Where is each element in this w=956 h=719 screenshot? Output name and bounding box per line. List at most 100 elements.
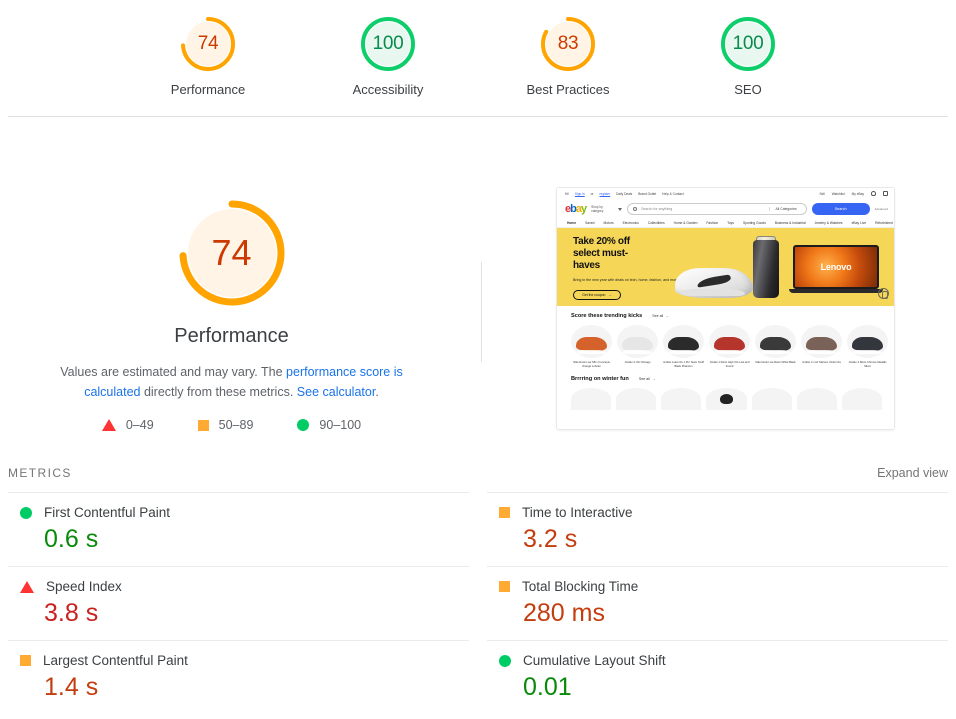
ebay-watchlist-link[interactable]: Watchlist [832, 192, 845, 196]
winter-product-image[interactable] [661, 388, 701, 410]
hero-grinder-image [753, 240, 779, 298]
chevron-down-icon[interactable] [618, 208, 622, 211]
cart-icon[interactable] [883, 191, 888, 196]
product-tile[interactable]: Jordan Luka OG 1 Pro Team Scuff Black Ph… [663, 325, 704, 368]
swoosh-icon [697, 274, 732, 287]
ebay-register-link[interactable]: register [600, 192, 611, 196]
metric-row[interactable]: Speed Index3.8 s [8, 566, 469, 640]
accessibility-widget-icon[interactable] [878, 288, 889, 299]
metric-name: First Contentful Paint [44, 505, 170, 520]
trending-kicks-title: Score these trending kicks [571, 313, 642, 319]
header-divider [8, 116, 948, 117]
ebay-nav-item[interactable]: Saved [585, 221, 594, 225]
expand-view-button[interactable]: Expand view [877, 466, 948, 480]
hero-headline-2: select must- [573, 248, 693, 260]
triangle-icon [102, 419, 116, 431]
ebay-signin-link[interactable]: Sign in [575, 192, 585, 196]
gauge-score-value: 100 [358, 14, 418, 74]
product-caption: Jordan Luka OG 1 Pro Team Scuff Black Ph… [663, 361, 704, 368]
metric-row[interactable]: Total Blocking Time280 ms [487, 566, 948, 640]
shop-by-category-label[interactable]: Shop by category [591, 205, 613, 213]
score-gauge-performance[interactable]: 74 Performance [148, 14, 268, 97]
score-gauge-best-practices[interactable]: 83Best Practices [508, 14, 628, 97]
lenovo-brand-text: Lenovo [821, 262, 852, 272]
trending-kicks-header: Score these trending kicks See all → [571, 313, 882, 319]
ebay-nav-item[interactable]: Home & Garden [674, 221, 698, 225]
product-tile[interactable]: Jordan 4 Retro Chrome Metallic Silver [847, 325, 888, 368]
winter-fun-see-all[interactable]: See all → [639, 377, 656, 381]
metric-row[interactable]: Time to Interactive3.2 s [487, 492, 948, 566]
winter-product-image[interactable] [571, 388, 611, 410]
arrow-right-icon: → [608, 293, 611, 297]
ebay-myebay-link[interactable]: My eBay [852, 192, 864, 196]
product-tile[interactable]: Jordan 1 Retro High OG Lost and Found [709, 325, 750, 368]
ebay-nav-item[interactable]: Business & Industrial [775, 221, 806, 225]
product-image [617, 325, 658, 358]
hero-headline-1: Take 20% off [573, 236, 693, 248]
winter-fun-title: Brrrring on winter fun [571, 376, 629, 382]
ebay-hero-banner[interactable]: Take 20% off select must- haves Bring in… [557, 228, 895, 306]
winter-product-image[interactable] [752, 388, 792, 410]
hero-headline-3: haves [573, 260, 693, 272]
ebay-sell-link[interactable]: Sell [819, 192, 824, 196]
product-tile[interactable]: Jordan 2 OG Chicago [617, 325, 658, 368]
ebay-nav-item[interactable]: Sporting Goods [743, 221, 766, 225]
winter-product-image[interactable] [797, 388, 837, 410]
ebay-search-button[interactable]: Search [812, 203, 870, 215]
ebay-page-preview: Hi! Sign in or register Daily Deals Bran… [557, 188, 895, 430]
metric-header: Speed Index [8, 579, 469, 594]
product-image [801, 325, 842, 358]
ebay-nav-item[interactable]: Fashion [706, 221, 718, 225]
gauge-label: Performance [171, 82, 245, 97]
square-icon [499, 507, 510, 518]
ebay-logo-y: y [581, 203, 586, 215]
score-gauge-seo[interactable]: 100SEO [688, 14, 808, 97]
metrics-header: Metrics Expand view [0, 466, 956, 492]
ebay-nav-item[interactable]: eBay Live [852, 221, 866, 225]
score-gauge-accessibility[interactable]: 100Accessibility [328, 14, 448, 97]
winter-product-image[interactable] [706, 388, 746, 410]
ebay-help-contact[interactable]: Help & Contact [662, 192, 683, 196]
score-summary-bar: 74 Performance 100Accessibility 83Best Prac… [0, 0, 956, 117]
ebay-search-input[interactable]: Search for anything All Categories [627, 203, 807, 215]
see-calculator-link[interactable]: See calculator [297, 385, 376, 399]
triangle-icon [20, 581, 34, 593]
metric-row[interactable]: First Contentful Paint0.6 s [8, 492, 469, 566]
vertical-divider [481, 262, 482, 362]
ebay-nav-item[interactable]: Refurbished [875, 221, 893, 225]
ebay-daily-deals[interactable]: Daily Deals [616, 192, 632, 196]
gauge-label: SEO [734, 82, 761, 97]
metric-row[interactable]: Largest Contentful Paint1.4 s [8, 640, 469, 714]
bell-icon[interactable] [871, 191, 876, 196]
ebay-nav-item[interactable]: Electronics [623, 221, 639, 225]
description-text-1: Values are estimated and may vary. The [60, 365, 286, 379]
metric-header: Cumulative Layout Shift [487, 653, 948, 668]
all-categories-select[interactable]: All Categories [769, 207, 801, 211]
search-icon [633, 207, 637, 211]
ebay-nav-item[interactable]: Home [567, 221, 576, 225]
ebay-brand-outlet[interactable]: Brand Outlet [638, 192, 656, 196]
metric-row[interactable]: Cumulative Layout Shift0.01 [487, 640, 948, 714]
square-icon [198, 420, 209, 431]
page-screenshot-thumbnail[interactable]: Hi! Sign in or register Daily Deals Bran… [556, 187, 895, 430]
winter-product-image[interactable] [616, 388, 656, 410]
ebay-nav-item[interactable]: Jewelry & Watches [815, 221, 843, 225]
product-tile[interactable]: Jordan 4 x Air Maroon Violet Ore [801, 325, 842, 368]
product-tile[interactable]: Nike Dunk Low Retro White Black [755, 325, 796, 368]
product-tile[interactable]: Nike Dunk Low SB x Concepts Orange Lobst… [571, 325, 612, 368]
ebay-logo[interactable]: ebay [565, 203, 586, 215]
ebay-nav-item[interactable]: Collectibles [648, 221, 665, 225]
sneaker-shape [760, 337, 791, 351]
ebay-search-placeholder: Search for anything [641, 207, 672, 211]
hero-cta-button[interactable]: Get the coupon → [573, 290, 621, 300]
product-image [571, 325, 612, 358]
product-caption: Jordan 4 x Air Maroon Violet Ore [801, 361, 842, 365]
ebay-advanced-link[interactable]: Advanced [875, 207, 888, 211]
gauge-score-value: 74 [178, 14, 238, 74]
legend-item-triangle: 0–49 [102, 418, 154, 432]
ebay-nav-item[interactable]: Toys [727, 221, 734, 225]
winter-product-image[interactable] [842, 388, 882, 410]
trending-kicks-see-all[interactable]: See all → [652, 314, 669, 318]
ebay-nav-item[interactable]: Motors [604, 221, 614, 225]
legend-range-label: 90–100 [319, 418, 361, 432]
